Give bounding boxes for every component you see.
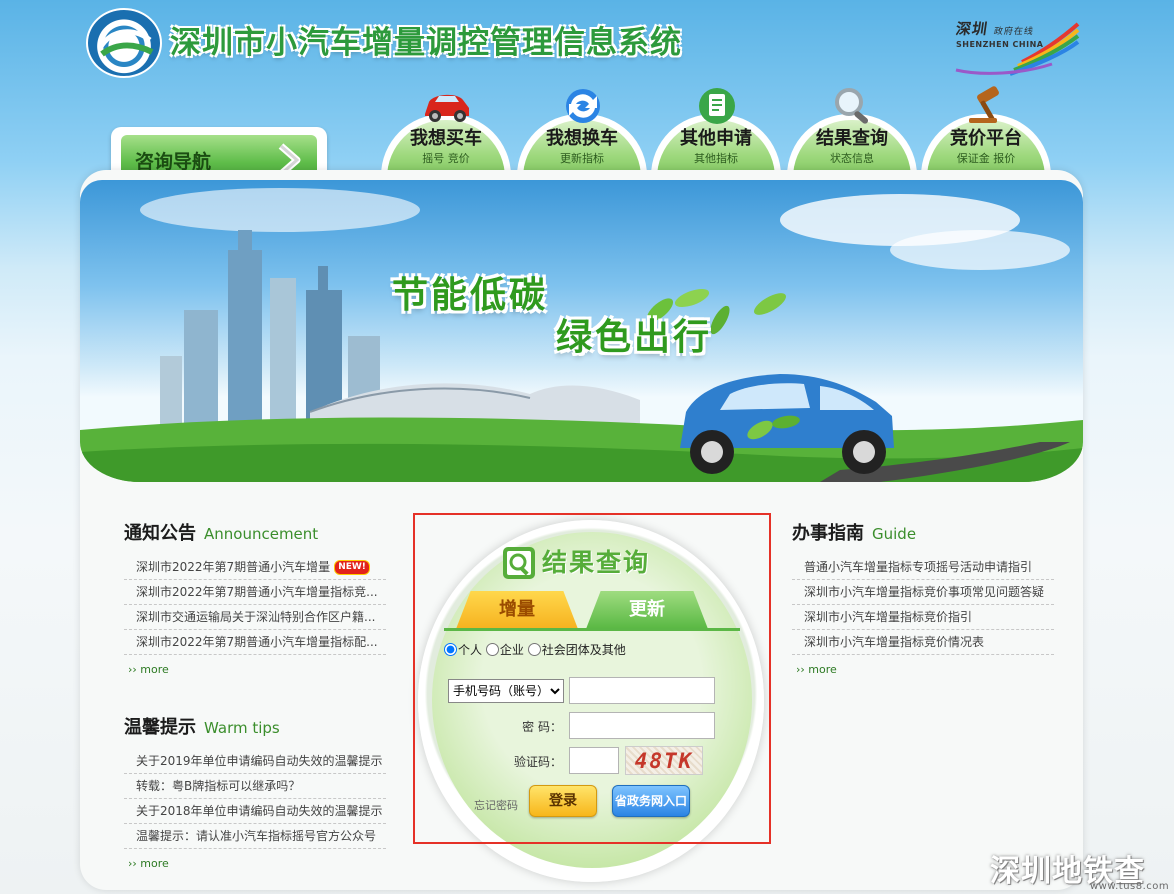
nav-tab-subtitle: 其他指标 <box>694 152 738 165</box>
nav-tab-title: 我想换车 <box>546 128 618 149</box>
warm-tip-item[interactable]: 关于2018年单位申请编码自动失效的温馨提示 <box>124 799 386 824</box>
announcement-item[interactable]: 深圳市2022年第7期普通小汽车增量 NEW! <box>124 555 386 580</box>
guide-title: 办事指南 Guide <box>792 523 917 544</box>
warm-tip-item[interactable]: 转载：粤B牌指标可以继承吗？ <box>124 774 386 799</box>
announcement-item[interactable]: 深圳市交通运输局关于深汕特别合作区户籍... <box>124 605 386 630</box>
guide-list: 普通小汽车增量指标专项摇号活动申请指引 深圳市小汽车增量指标竞价事项常见问题答疑… <box>792 555 1054 655</box>
nav-tab-title: 结果查询 <box>816 128 888 149</box>
highlight-frame <box>413 513 771 844</box>
nav-tab-other-application[interactable]: 其他申请 其他指标 <box>651 86 781 178</box>
nav-tab-result-query[interactable]: 结果查询 状态信息 <box>787 86 917 178</box>
nav-tab-title: 其他申请 <box>680 128 752 149</box>
nav-tab-bidding-platform[interactable]: 竞价平台 保证金 报价 <box>921 86 1051 178</box>
shenzhen-china-brand-logo: 深圳 政府在线 SHENZHEN CHINA <box>952 18 1082 76</box>
announcement-more-link[interactable]: ›› more <box>124 663 386 676</box>
guide-item[interactable]: 普通小汽车增量指标专项摇号活动申请指引 <box>792 555 1054 580</box>
announcement-block: 通知公告 Announcement 深圳市2022年第7期普通小汽车增量 NEW! … <box>124 519 386 676</box>
guide-item[interactable]: 深圳市小汽车增量指标竞价事项常见问题答疑 <box>792 580 1054 605</box>
nav-tab-title: 竞价平台 <box>950 128 1022 149</box>
document-icon <box>699 88 735 124</box>
warm-tip-item[interactable]: 温馨提示：请认准小汽车指标摇号官方公众号 <box>124 824 386 849</box>
brand-english-text: SHENZHEN CHINA <box>956 40 1044 49</box>
announcement-title: 通知公告 Announcement <box>124 523 319 544</box>
magnifier-icon <box>835 88 869 124</box>
transport-commission-seal-logo <box>86 8 162 78</box>
guide-item[interactable]: 深圳市小汽车增量指标竞价情况表 <box>792 630 1054 655</box>
nav-tab-change-car[interactable]: 我想换车 更新指标 <box>517 86 647 178</box>
warm-tips-title: 温馨提示 Warm tips <box>124 717 280 738</box>
new-badge: NEW! <box>334 560 370 575</box>
announcement-item[interactable]: 深圳市2022年第7期普通小汽车增量指标配... <box>124 630 386 655</box>
banner-slogan-green-travel: 绿色出行 <box>556 317 713 358</box>
guide-item[interactable]: 深圳市小汽车增量指标竞价指引 <box>792 605 1054 630</box>
auction-gavel-icon <box>969 86 999 123</box>
warm-tip-item[interactable]: 关于2019年单位申请编码自动失效的温馨提示 <box>124 749 386 774</box>
announcement-item[interactable]: 深圳市2022年第7期普通小汽车增量指标竞... <box>124 580 386 605</box>
nav-tab-subtitle: 摇号 竞价 <box>422 152 470 165</box>
guide-block: 办事指南 Guide 普通小汽车增量指标专项摇号活动申请指引 深圳市小汽车增量指标… <box>792 519 1054 676</box>
guide-more-link[interactable]: ›› more <box>792 663 1054 676</box>
nav-tab-subtitle: 更新指标 <box>560 152 604 165</box>
nav-tab-buy-car[interactable]: 我想买车 摇号 竞价 <box>381 86 511 178</box>
banner-slogan-energy: 节能低碳 <box>392 275 549 316</box>
nav-tab-subtitle: 状态信息 <box>830 152 874 165</box>
warm-tips-list: 关于2019年单位申请编码自动失效的温馨提示 转载：粤B牌指标可以继承吗？ 关于… <box>124 749 386 849</box>
system-title: 深圳市小汽车增量调控管理信息系统 <box>170 25 682 61</box>
refresh-arrows-icon <box>566 89 600 123</box>
brand-chinese-text: 深圳 政府在线 <box>954 20 1035 38</box>
announcement-list: 深圳市2022年第7期普通小汽车增量 NEW! 深圳市2022年第7期普通小汽车增… <box>124 555 386 655</box>
warm-tips-block: 温馨提示 Warm tips 关于2019年单位申请编码自动失效的温馨提示 转载：… <box>124 713 386 870</box>
nav-tab-title: 我想买车 <box>410 128 482 149</box>
red-car-icon <box>425 94 469 122</box>
nav-tab-subtitle: 保证金 报价 <box>956 152 1016 165</box>
watermark-url: www.tus8.com <box>1090 881 1170 892</box>
warm-tips-more-link[interactable]: ›› more <box>124 857 386 870</box>
